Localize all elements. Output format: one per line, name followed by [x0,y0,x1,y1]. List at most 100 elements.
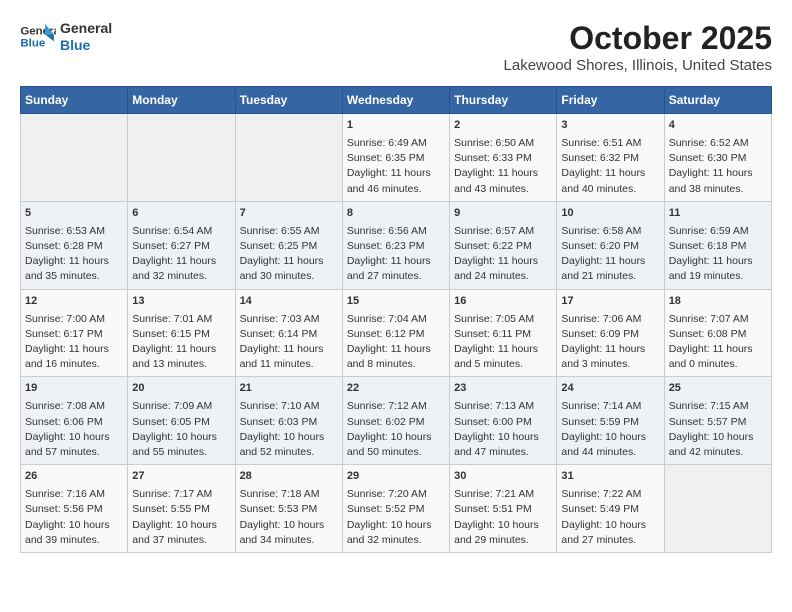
logo: General Blue General Blue [20,20,112,54]
calendar-cell [128,114,235,202]
day-number: 13 [132,294,230,310]
sunrise-text: Sunrise: 7:21 AM [454,488,534,500]
daylight-text: Daylight: 10 hours and 47 minutes. [454,431,539,458]
daylight-text: Daylight: 10 hours and 37 minutes. [132,519,217,546]
svg-text:Blue: Blue [20,38,45,50]
daylight-text: Daylight: 11 hours and 43 minutes. [454,167,538,194]
calendar-row: 12Sunrise: 7:00 AMSunset: 6:17 PMDayligh… [21,289,772,377]
sunset-text: Sunset: 5:57 PM [669,416,747,428]
calendar-cell: 21Sunrise: 7:10 AMSunset: 6:03 PMDayligh… [235,377,342,465]
sunrise-text: Sunrise: 6:52 AM [669,137,749,149]
calendar-cell: 14Sunrise: 7:03 AMSunset: 6:14 PMDayligh… [235,289,342,377]
sunset-text: Sunset: 5:56 PM [25,503,103,515]
day-number: 31 [561,469,659,485]
month-title: October 2025 [504,20,772,57]
title-block: October 2025 Lakewood Shores, Illinois, … [504,20,772,74]
sunset-text: Sunset: 6:02 PM [347,416,425,428]
daylight-text: Daylight: 10 hours and 27 minutes. [561,519,646,546]
sunrise-text: Sunrise: 6:55 AM [240,225,320,237]
day-number: 11 [669,206,767,222]
calendar-cell: 26Sunrise: 7:16 AMSunset: 5:56 PMDayligh… [21,465,128,553]
daylight-text: Daylight: 11 hours and 3 minutes. [561,343,645,370]
day-number: 5 [25,206,123,222]
calendar-cell: 27Sunrise: 7:17 AMSunset: 5:55 PMDayligh… [128,465,235,553]
sunset-text: Sunset: 5:59 PM [561,416,639,428]
daylight-text: Daylight: 10 hours and 39 minutes. [25,519,110,546]
day-number: 8 [347,206,445,222]
daylight-text: Daylight: 11 hours and 13 minutes. [132,343,216,370]
day-number: 21 [240,381,338,397]
calendar-cell: 22Sunrise: 7:12 AMSunset: 6:02 PMDayligh… [342,377,449,465]
sunrise-text: Sunrise: 7:07 AM [669,313,749,325]
sunrise-text: Sunrise: 6:57 AM [454,225,534,237]
calendar-cell: 15Sunrise: 7:04 AMSunset: 6:12 PMDayligh… [342,289,449,377]
sunrise-text: Sunrise: 6:50 AM [454,137,534,149]
sunrise-text: Sunrise: 6:49 AM [347,137,427,149]
daylight-text: Daylight: 10 hours and 42 minutes. [669,431,754,458]
daylight-text: Daylight: 10 hours and 55 minutes. [132,431,217,458]
calendar-cell: 23Sunrise: 7:13 AMSunset: 6:00 PMDayligh… [450,377,557,465]
calendar-cell: 28Sunrise: 7:18 AMSunset: 5:53 PMDayligh… [235,465,342,553]
calendar-cell [664,465,771,553]
weekday-header-cell: Sunday [21,87,128,114]
weekday-header-cell: Friday [557,87,664,114]
sunset-text: Sunset: 6:18 PM [669,240,747,252]
calendar-cell: 6Sunrise: 6:54 AMSunset: 6:27 PMDaylight… [128,201,235,289]
sunset-text: Sunset: 6:22 PM [454,240,532,252]
daylight-text: Daylight: 10 hours and 57 minutes. [25,431,110,458]
calendar-cell [21,114,128,202]
day-number: 30 [454,469,552,485]
daylight-text: Daylight: 10 hours and 29 minutes. [454,519,539,546]
sunset-text: Sunset: 6:11 PM [454,328,531,340]
day-number: 26 [25,469,123,485]
calendar-cell: 18Sunrise: 7:07 AMSunset: 6:08 PMDayligh… [664,289,771,377]
weekday-header-cell: Saturday [664,87,771,114]
daylight-text: Daylight: 11 hours and 30 minutes. [240,255,324,282]
location-title: Lakewood Shores, Illinois, United States [504,57,772,74]
calendar-cell: 17Sunrise: 7:06 AMSunset: 6:09 PMDayligh… [557,289,664,377]
calendar-cell: 5 Sunrise: 6:53 AM Sunset: 6:28 PM Daylight… [21,201,128,289]
sunset-text: Sunset: 5:52 PM [347,503,425,515]
weekday-header-cell: Monday [128,87,235,114]
day-number: 12 [25,294,123,310]
sunrise-text: Sunrise: 7:05 AM [454,313,534,325]
daylight-text: Daylight: 10 hours and 50 minutes. [347,431,432,458]
logo-icon: General Blue [20,22,56,52]
daylight-text: Daylight: 11 hours and 32 minutes. [132,255,216,282]
sunrise-text: Sunrise: 7:09 AM [132,400,212,412]
calendar-row: 1Sunrise: 6:49 AMSunset: 6:35 PMDaylight… [21,114,772,202]
sunset-text: Sunset: 6:27 PM [132,240,210,252]
sunset-text: Sunset: 6:00 PM [454,416,532,428]
sunrise-text: Sunrise: 7:03 AM [240,313,320,325]
calendar-cell: 3Sunrise: 6:51 AMSunset: 6:32 PMDaylight… [557,114,664,202]
calendar-cell [235,114,342,202]
calendar-cell: 24Sunrise: 7:14 AMSunset: 5:59 PMDayligh… [557,377,664,465]
daylight-text: Daylight: 11 hours and 35 minutes. [25,255,109,282]
sunset-text: Sunset: 5:55 PM [132,503,210,515]
day-number: 16 [454,294,552,310]
sunset-text: Sunset: 6:25 PM [240,240,318,252]
weekday-header-row: SundayMondayTuesdayWednesdayThursdayFrid… [21,87,772,114]
sunrise-text: Sunrise: 7:06 AM [561,313,641,325]
sunset-text: Sunset: 6:30 PM [669,152,747,164]
sunset-text: Sunset: 6:23 PM [347,240,425,252]
sunset-text: Sunset: 6:17 PM [25,328,103,340]
daylight-text: Daylight: 11 hours and 11 minutes. [240,343,324,370]
day-number: 4 [669,118,767,134]
calendar-cell: 30Sunrise: 7:21 AMSunset: 5:51 PMDayligh… [450,465,557,553]
daylight-text: Daylight: 10 hours and 34 minutes. [240,519,325,546]
sunrise-text: Sunrise: 7:10 AM [240,400,320,412]
daylight-text: Daylight: 10 hours and 32 minutes. [347,519,432,546]
day-number: 23 [454,381,552,397]
sunset-text: Sunset: 6:33 PM [454,152,532,164]
daylight-text: Daylight: 11 hours and 21 minutes. [561,255,645,282]
calendar-cell: 31Sunrise: 7:22 AMSunset: 5:49 PMDayligh… [557,465,664,553]
sunrise-text: Sunrise: 6:53 AM [25,225,105,237]
sunrise-text: Sunrise: 7:04 AM [347,313,427,325]
day-number: 6 [132,206,230,222]
sunset-text: Sunset: 5:53 PM [240,503,318,515]
calendar-cell: 29Sunrise: 7:20 AMSunset: 5:52 PMDayligh… [342,465,449,553]
sunset-text: Sunset: 6:28 PM [25,240,103,252]
day-number: 18 [669,294,767,310]
daylight-text: Daylight: 11 hours and 27 minutes. [347,255,431,282]
